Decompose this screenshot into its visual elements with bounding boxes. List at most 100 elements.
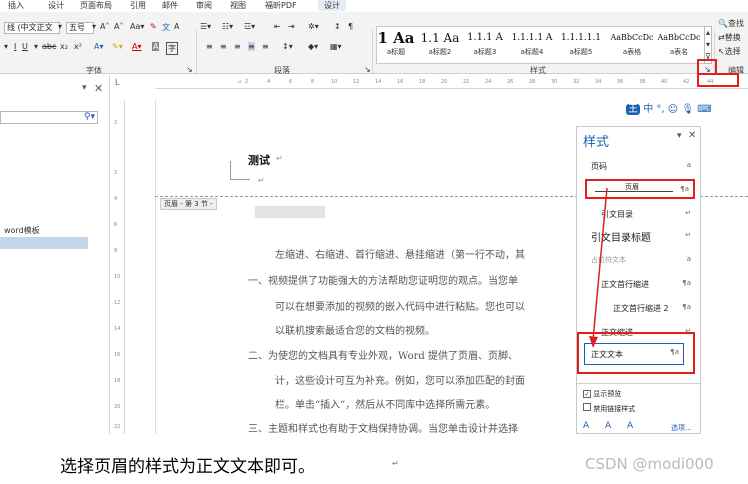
style-table[interactable]: AaBbCcDc a表格 [609,29,655,57]
shrink-font-icon[interactable]: A˅ [114,22,123,31]
header-blurred-text[interactable] [255,206,325,218]
style-heading3[interactable]: 1.1.1 A a标题3 [463,29,507,57]
tab-references[interactable]: 引用 [130,0,146,11]
tab-insert[interactable]: 插入 [8,0,24,11]
numbering-icon[interactable]: ☷▾ [222,22,233,31]
dialog-launcher-icon[interactable]: ↘ [186,65,193,74]
font-color-icon[interactable]: A▾ [132,42,142,51]
superscript-icon[interactable]: x² [74,42,82,51]
show-preview-option[interactable]: ✓ 显示预览 [583,389,621,399]
doc-paragraph: 以联机搜索最适合您的文档的视频。 [275,326,435,337]
highlight-icon[interactable]: ✎▾ [112,42,123,51]
distributed-icon[interactable]: ≡ [262,42,269,51]
text-effects-icon[interactable]: A▾ [94,42,104,51]
increase-indent-icon[interactable]: ⇥ [288,22,295,31]
doc-paragraph: 可以在想要添加的视频的嵌入代码中进行粘贴。您也可以 [275,302,525,313]
style-heading4[interactable]: 1.1.1.1 A a标题4 [509,29,555,57]
chevron-down-icon[interactable]: ▾ [677,131,682,141]
style-heading5[interactable]: 1.1.1.1.1 a标题5 [557,29,605,57]
tab-view[interactable]: 视图 [230,0,246,11]
decrease-indent-icon[interactable]: ⇤ [274,22,281,31]
nav-selected-item[interactable] [0,237,88,249]
multilevel-list-icon[interactable]: ☲▾ [244,22,255,31]
sort-icon[interactable]: ↕ [334,22,341,31]
chinese-mode-icon[interactable]: 中 [643,104,653,115]
emoji-icon[interactable]: ☺ [668,104,678,115]
tab-design[interactable]: 设计 [48,0,64,11]
manage-styles-icon[interactable]: A [627,421,633,431]
replace-button[interactable]: ⇄替换 [718,32,741,43]
ime-logo-icon[interactable]: 王 [626,104,640,115]
align-center-icon[interactable]: ≡ [220,42,227,51]
enclose-char-icon[interactable]: 字 [166,42,178,55]
tab-foxit-pdf[interactable]: 福昕PDF [265,0,297,11]
ribbon: 线 (中文正文 ▾ 五号 ▾ A˄ A˅ Aa▾ ✎ 文 A ▾ I U ▾ a… [0,12,748,83]
find-button[interactable]: 🔍查找 [718,18,744,29]
tab-mailings[interactable]: 邮件 [162,0,178,11]
style-inspector-icon[interactable]: A [605,421,611,431]
search-icon[interactable]: ⚲▾ [84,112,95,122]
close-icon[interactable]: ✕ [94,82,103,95]
tab-selector-icon[interactable]: L [115,78,119,87]
style-heading2[interactable]: 1.1 Aa a标题2 [419,29,461,57]
dropdown-icon[interactable]: ▾ [34,42,38,51]
font-name-combo[interactable]: 线 (中文正文 [4,22,60,34]
char-style-icon: a [686,161,691,169]
ruler-tick: 22 [463,79,470,85]
char-shading-icon[interactable]: A [152,42,160,51]
crop-mark [230,179,250,180]
char-border-icon[interactable]: A [174,22,179,31]
tab-header-design[interactable]: 设计 [318,0,346,11]
options-link[interactable]: 选项... [671,423,692,433]
horizontal-ruler[interactable]: ⊿ 2 4 6 8 10 12 14 16 18 20 22 24 26 28 … [155,73,748,89]
ruler-tick: 36 [617,79,624,85]
dialog-launcher-icon[interactable]: ↘ [364,65,371,74]
expand-icon[interactable]: ▾ [4,42,8,51]
phonetic-guide-icon[interactable]: 文 [162,22,170,33]
ruler-tick: 14 [375,79,382,85]
chevron-down-icon[interactable]: ▾ [82,83,87,93]
ruler-tick: 12 [353,79,360,85]
underline-icon[interactable]: U [22,42,28,51]
justify-icon[interactable]: ≡ [248,42,255,51]
change-case-icon[interactable]: Aa▾ [130,22,144,31]
keyboard-icon[interactable]: ⌨ [697,104,711,115]
borders-icon[interactable]: ▦▾ [330,42,342,51]
tab-review[interactable]: 审阅 [196,0,212,11]
style-heading1[interactable]: 1 Aa a标题 [377,29,415,57]
punctuation-icon[interactable]: °, [656,104,664,115]
vertical-ruler[interactable]: 2 2 4 6 8 10 12 14 16 18 20 22 [111,100,125,434]
clear-format-icon[interactable]: ✎ [150,22,157,31]
ruler-tick: ⊿ [237,79,242,85]
voice-icon[interactable]: 🎙 [681,104,694,115]
underline-icon[interactable]: I [14,42,16,51]
checkbox-checked-icon[interactable]: ✓ [583,390,591,398]
style-item-page-number[interactable]: 页码 a [585,157,695,177]
char-style-icon: a [686,255,691,263]
bullets-icon[interactable]: ☰▾ [200,22,211,31]
grow-font-icon[interactable]: A˄ [100,22,109,31]
shading-icon[interactable]: ◆▾ [308,42,318,51]
styles-gallery: 1 Aa a标题 1.1 Aa a标题2 1.1.1 A a标题3 1.1.1.… [376,26,708,64]
align-left-icon[interactable]: ≡ [206,42,213,51]
font-size-combo[interactable]: 五号 [66,22,94,34]
style-table-name[interactable]: AaBbCcDc a表名 [657,29,701,57]
show-marks-icon[interactable]: ¶ [348,22,353,31]
search-input[interactable]: ⚲▾ [0,111,98,124]
tab-page-layout[interactable]: 页面布局 [80,0,112,11]
subscript-icon[interactable]: x₂ [60,42,68,51]
strikethrough-icon[interactable]: abc [42,42,56,51]
chinese-layout-icon[interactable]: ✲▾ [308,22,319,31]
align-right-icon[interactable]: ≡ [234,42,241,51]
chevron-down-icon[interactable]: ▾ [58,22,62,31]
line-spacing-icon[interactable]: ↕▾ [282,42,293,51]
disable-linked-option[interactable]: 禁用链接样式 [583,403,635,414]
navigation-pane: ▾ ✕ ⚲▾ word模板 [0,75,110,434]
checkbox-icon[interactable] [583,403,591,411]
chevron-down-icon[interactable]: ▾ [92,22,96,31]
nav-item-word-template[interactable]: word模板 [4,225,40,236]
select-button[interactable]: ↖选择 [718,46,741,57]
new-style-icon[interactable]: A [583,421,589,431]
divider [577,383,700,384]
close-icon[interactable]: ✕ [688,130,696,141]
